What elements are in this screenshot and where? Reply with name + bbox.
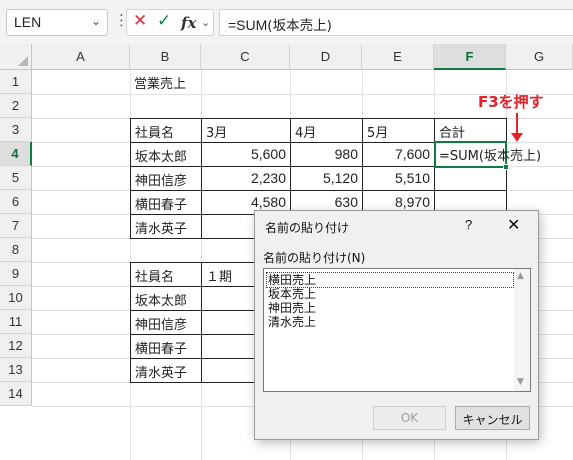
close-icon[interactable]: ✕ [507, 215, 520, 235]
row-header-12[interactable]: 12 [0, 334, 32, 358]
insert-function-icon[interactable]: fx [181, 14, 196, 32]
ok-button[interactable]: OK [373, 406, 446, 430]
row-header-3[interactable]: 3 [0, 118, 32, 142]
row-header-9[interactable]: 9 [0, 262, 32, 286]
chevron-up-icon[interactable]: ▲ [517, 271, 524, 281]
cell-b12[interactable]: 横田春子 [130, 334, 202, 359]
list-label: 名前の貼り付け(N) [263, 251, 366, 265]
cancel-button[interactable]: キャンセル [455, 406, 530, 430]
cell-e3[interactable]: 5月 [362, 118, 435, 143]
cell-f4-active[interactable]: =SUM(坂本売上) [434, 141, 541, 168]
row-header-4[interactable]: 4 [0, 142, 32, 166]
help-button[interactable]: ? [465, 217, 472, 232]
row-header-2[interactable]: 2 [0, 94, 32, 118]
cell-b13[interactable]: 清水英子 [130, 358, 202, 383]
formula-bar: LEN ⌄ ⋮ ✕ ✓ fx ⌄ =SUM(坂本売上) [0, 0, 573, 44]
arrow-down-icon [516, 113, 518, 135]
cell-e5[interactable]: 5,510 [362, 166, 435, 191]
column-header-b[interactable]: B [130, 44, 201, 70]
column-header-a[interactable]: A [32, 44, 130, 70]
cell-b4[interactable]: 坂本太郎 [130, 142, 202, 167]
column-header-g[interactable]: G [506, 44, 573, 70]
row-header-8[interactable]: 8 [0, 238, 32, 262]
cell-c5[interactable]: 2,230 [201, 166, 291, 191]
formula-rest: (坂本売上) [267, 18, 332, 34]
dialog-title: 名前の貼り付け [265, 221, 350, 235]
name-box-value: LEN [14, 14, 42, 30]
cell-b5[interactable]: 神田信彦 [130, 166, 202, 191]
cell-c3[interactable]: 3月 [201, 118, 291, 143]
chevron-down-icon[interactable]: ▼ [517, 377, 524, 387]
column-header-f[interactable]: F [434, 44, 506, 70]
formula-input[interactable]: =SUM(坂本売上) [219, 9, 573, 36]
list-item[interactable]: 神田売上 [267, 301, 317, 315]
list-scrollbar[interactable]: ▲ ▼ [514, 269, 530, 391]
cell-b9[interactable]: 社員名 [130, 262, 202, 287]
formula-buttons: ✕ ✓ fx ⌄ [126, 9, 214, 36]
select-all-button[interactable] [0, 44, 32, 70]
cell-b3[interactable]: 社員名 [130, 118, 202, 143]
row-header-6[interactable]: 6 [0, 190, 32, 214]
row-header-11[interactable]: 11 [0, 310, 32, 334]
fill-handle[interactable] [503, 164, 509, 170]
cell-b6[interactable]: 横田春子 [130, 190, 202, 215]
name-list[interactable]: 横田売上 坂本売上 神田売上 清水売上 ▲ ▼ [263, 268, 531, 392]
cancel-x-icon[interactable]: ✕ [133, 11, 147, 31]
chevron-down-icon[interactable]: ⌄ [91, 14, 101, 28]
cell-d5[interactable]: 5,120 [290, 166, 363, 191]
enter-check-icon[interactable]: ✓ [157, 11, 171, 31]
name-box[interactable]: LEN ⌄ [6, 9, 108, 36]
formula-prefix: =SUM [228, 17, 268, 33]
list-item[interactable]: 坂本売上 [267, 287, 317, 301]
paste-name-dialog: 名前の貼り付け ? ✕ 名前の貼り付け(N) 横田売上 坂本売上 神田売上 清水… [254, 210, 539, 440]
cell-b1[interactable]: 営業売上 [130, 70, 201, 94]
column-header-c[interactable]: C [201, 44, 290, 70]
cell-d3[interactable]: 4月 [290, 118, 363, 143]
cell-e4[interactable]: 7,600 [362, 142, 435, 167]
cell-b10[interactable]: 坂本太郎 [130, 286, 202, 311]
chevron-down-icon[interactable]: ⌄ [201, 16, 210, 29]
row-header-5[interactable]: 5 [0, 166, 32, 190]
list-item[interactable]: 横田売上 [266, 272, 514, 288]
column-header-d[interactable]: D [290, 44, 362, 70]
annotation-callout: F3を押す [478, 93, 544, 111]
cell-b7[interactable]: 清水英子 [130, 214, 202, 239]
row-header-1[interactable]: 1 [0, 70, 32, 94]
row-header-10[interactable]: 10 [0, 286, 32, 310]
cell-f3[interactable]: 合計 [434, 118, 507, 143]
cell-d4[interactable]: 980 [290, 142, 363, 167]
cell-f5[interactable] [434, 166, 507, 191]
cell-c4[interactable]: 5,600 [201, 142, 291, 167]
row-header-14[interactable]: 14 [0, 382, 32, 406]
list-item[interactable]: 清水売上 [267, 315, 317, 329]
column-header-e[interactable]: E [362, 44, 434, 70]
row-header-13[interactable]: 13 [0, 358, 32, 382]
row-header-7[interactable]: 7 [0, 214, 32, 238]
arrow-head-icon [511, 133, 523, 142]
cell-b11[interactable]: 神田信彦 [130, 310, 202, 335]
